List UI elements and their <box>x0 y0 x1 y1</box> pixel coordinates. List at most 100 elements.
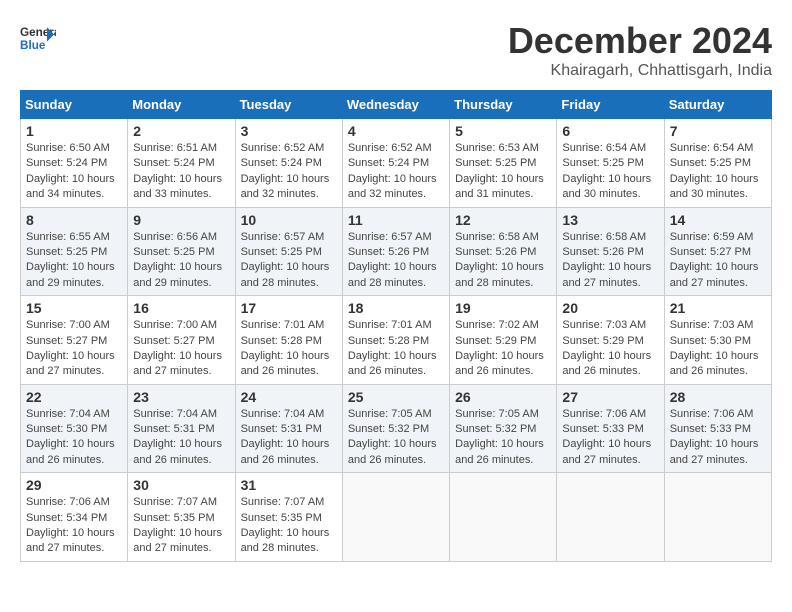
table-row <box>450 473 557 562</box>
logo: General Blue <box>20 20 56 56</box>
table-row: 21 Sunrise: 7:03 AM Sunset: 5:30 PM Dayl… <box>664 296 771 385</box>
table-row <box>342 473 449 562</box>
day-info: Sunrise: 7:05 AM Sunset: 5:32 PM Dayligh… <box>348 407 444 469</box>
day-number: 11 <box>348 212 444 228</box>
calendar-table: Sunday Monday Tuesday Wednesday Thursday… <box>20 90 772 562</box>
day-info: Sunrise: 7:06 AM Sunset: 5:33 PM Dayligh… <box>562 407 658 469</box>
table-row: 29 Sunrise: 7:06 AM Sunset: 5:34 PM Dayl… <box>21 473 128 562</box>
day-info: Sunrise: 7:04 AM Sunset: 5:31 PM Dayligh… <box>133 407 229 469</box>
table-row: 9 Sunrise: 6:56 AM Sunset: 5:25 PM Dayli… <box>128 207 235 296</box>
table-row: 8 Sunrise: 6:55 AM Sunset: 5:25 PM Dayli… <box>21 207 128 296</box>
day-number: 28 <box>670 389 766 405</box>
day-info: Sunrise: 7:01 AM Sunset: 5:28 PM Dayligh… <box>241 318 337 380</box>
table-row <box>664 473 771 562</box>
day-info: Sunrise: 7:04 AM Sunset: 5:30 PM Dayligh… <box>26 407 122 469</box>
day-number: 1 <box>26 123 122 139</box>
location-title: Khairagarh, Chhattisgarh, India <box>508 62 772 80</box>
table-row: 20 Sunrise: 7:03 AM Sunset: 5:29 PM Dayl… <box>557 296 664 385</box>
day-info: Sunrise: 7:07 AM Sunset: 5:35 PM Dayligh… <box>241 495 337 557</box>
table-row: 30 Sunrise: 7:07 AM Sunset: 5:35 PM Dayl… <box>128 473 235 562</box>
day-info: Sunrise: 6:57 AM Sunset: 5:25 PM Dayligh… <box>241 230 337 292</box>
day-info: Sunrise: 6:56 AM Sunset: 5:25 PM Dayligh… <box>133 230 229 292</box>
calendar-header-row: Sunday Monday Tuesday Wednesday Thursday… <box>21 91 772 119</box>
day-info: Sunrise: 6:55 AM Sunset: 5:25 PM Dayligh… <box>26 230 122 292</box>
day-info: Sunrise: 7:06 AM Sunset: 5:34 PM Dayligh… <box>26 495 122 557</box>
table-row: 24 Sunrise: 7:04 AM Sunset: 5:31 PM Dayl… <box>235 384 342 473</box>
table-row: 4 Sunrise: 6:52 AM Sunset: 5:24 PM Dayli… <box>342 119 449 208</box>
header-saturday: Saturday <box>664 91 771 119</box>
day-number: 29 <box>26 477 122 493</box>
table-row: 15 Sunrise: 7:00 AM Sunset: 5:27 PM Dayl… <box>21 296 128 385</box>
header-wednesday: Wednesday <box>342 91 449 119</box>
day-info: Sunrise: 7:04 AM Sunset: 5:31 PM Dayligh… <box>241 407 337 469</box>
day-number: 9 <box>133 212 229 228</box>
table-row: 5 Sunrise: 6:53 AM Sunset: 5:25 PM Dayli… <box>450 119 557 208</box>
table-row: 18 Sunrise: 7:01 AM Sunset: 5:28 PM Dayl… <box>342 296 449 385</box>
header-friday: Friday <box>557 91 664 119</box>
table-row: 17 Sunrise: 7:01 AM Sunset: 5:28 PM Dayl… <box>235 296 342 385</box>
header-sunday: Sunday <box>21 91 128 119</box>
day-number: 6 <box>562 123 658 139</box>
day-number: 2 <box>133 123 229 139</box>
day-number: 15 <box>26 300 122 316</box>
header-thursday: Thursday <box>450 91 557 119</box>
table-row: 3 Sunrise: 6:52 AM Sunset: 5:24 PM Dayli… <box>235 119 342 208</box>
day-number: 21 <box>670 300 766 316</box>
day-info: Sunrise: 6:53 AM Sunset: 5:25 PM Dayligh… <box>455 141 551 203</box>
day-number: 23 <box>133 389 229 405</box>
day-number: 30 <box>133 477 229 493</box>
calendar-week-row: 1 Sunrise: 6:50 AM Sunset: 5:24 PM Dayli… <box>21 119 772 208</box>
table-row: 12 Sunrise: 6:58 AM Sunset: 5:26 PM Dayl… <box>450 207 557 296</box>
table-row: 25 Sunrise: 7:05 AM Sunset: 5:32 PM Dayl… <box>342 384 449 473</box>
day-info: Sunrise: 6:58 AM Sunset: 5:26 PM Dayligh… <box>562 230 658 292</box>
day-number: 13 <box>562 212 658 228</box>
day-number: 27 <box>562 389 658 405</box>
day-number: 4 <box>348 123 444 139</box>
table-row: 27 Sunrise: 7:06 AM Sunset: 5:33 PM Dayl… <box>557 384 664 473</box>
header-monday: Monday <box>128 91 235 119</box>
day-info: Sunrise: 7:06 AM Sunset: 5:33 PM Dayligh… <box>670 407 766 469</box>
calendar-week-row: 8 Sunrise: 6:55 AM Sunset: 5:25 PM Dayli… <box>21 207 772 296</box>
table-row: 31 Sunrise: 7:07 AM Sunset: 5:35 PM Dayl… <box>235 473 342 562</box>
table-row: 7 Sunrise: 6:54 AM Sunset: 5:25 PM Dayli… <box>664 119 771 208</box>
calendar-week-row: 22 Sunrise: 7:04 AM Sunset: 5:30 PM Dayl… <box>21 384 772 473</box>
day-info: Sunrise: 7:07 AM Sunset: 5:35 PM Dayligh… <box>133 495 229 557</box>
day-number: 20 <box>562 300 658 316</box>
month-title: December 2024 <box>508 20 772 62</box>
table-row: 23 Sunrise: 7:04 AM Sunset: 5:31 PM Dayl… <box>128 384 235 473</box>
svg-text:Blue: Blue <box>20 39 46 52</box>
table-row <box>557 473 664 562</box>
day-number: 26 <box>455 389 551 405</box>
day-number: 3 <box>241 123 337 139</box>
calendar-body: 1 Sunrise: 6:50 AM Sunset: 5:24 PM Dayli… <box>21 119 772 562</box>
day-info: Sunrise: 6:54 AM Sunset: 5:25 PM Dayligh… <box>562 141 658 203</box>
day-number: 16 <box>133 300 229 316</box>
day-info: Sunrise: 7:02 AM Sunset: 5:29 PM Dayligh… <box>455 318 551 380</box>
page-header: General Blue December 2024 Khairagarh, C… <box>20 20 772 80</box>
day-number: 31 <box>241 477 337 493</box>
table-row: 28 Sunrise: 7:06 AM Sunset: 5:33 PM Dayl… <box>664 384 771 473</box>
table-row: 6 Sunrise: 6:54 AM Sunset: 5:25 PM Dayli… <box>557 119 664 208</box>
day-info: Sunrise: 6:59 AM Sunset: 5:27 PM Dayligh… <box>670 230 766 292</box>
table-row: 19 Sunrise: 7:02 AM Sunset: 5:29 PM Dayl… <box>450 296 557 385</box>
day-info: Sunrise: 6:52 AM Sunset: 5:24 PM Dayligh… <box>241 141 337 203</box>
day-info: Sunrise: 7:01 AM Sunset: 5:28 PM Dayligh… <box>348 318 444 380</box>
day-info: Sunrise: 6:52 AM Sunset: 5:24 PM Dayligh… <box>348 141 444 203</box>
day-number: 22 <box>26 389 122 405</box>
day-number: 12 <box>455 212 551 228</box>
day-number: 5 <box>455 123 551 139</box>
table-row: 16 Sunrise: 7:00 AM Sunset: 5:27 PM Dayl… <box>128 296 235 385</box>
day-number: 10 <box>241 212 337 228</box>
table-row: 11 Sunrise: 6:57 AM Sunset: 5:26 PM Dayl… <box>342 207 449 296</box>
day-info: Sunrise: 6:51 AM Sunset: 5:24 PM Dayligh… <box>133 141 229 203</box>
day-info: Sunrise: 6:54 AM Sunset: 5:25 PM Dayligh… <box>670 141 766 203</box>
day-info: Sunrise: 7:05 AM Sunset: 5:32 PM Dayligh… <box>455 407 551 469</box>
table-row: 10 Sunrise: 6:57 AM Sunset: 5:25 PM Dayl… <box>235 207 342 296</box>
day-info: Sunrise: 6:58 AM Sunset: 5:26 PM Dayligh… <box>455 230 551 292</box>
day-number: 7 <box>670 123 766 139</box>
day-info: Sunrise: 7:03 AM Sunset: 5:29 PM Dayligh… <box>562 318 658 380</box>
day-number: 18 <box>348 300 444 316</box>
day-info: Sunrise: 6:57 AM Sunset: 5:26 PM Dayligh… <box>348 230 444 292</box>
day-number: 8 <box>26 212 122 228</box>
table-row: 2 Sunrise: 6:51 AM Sunset: 5:24 PM Dayli… <box>128 119 235 208</box>
